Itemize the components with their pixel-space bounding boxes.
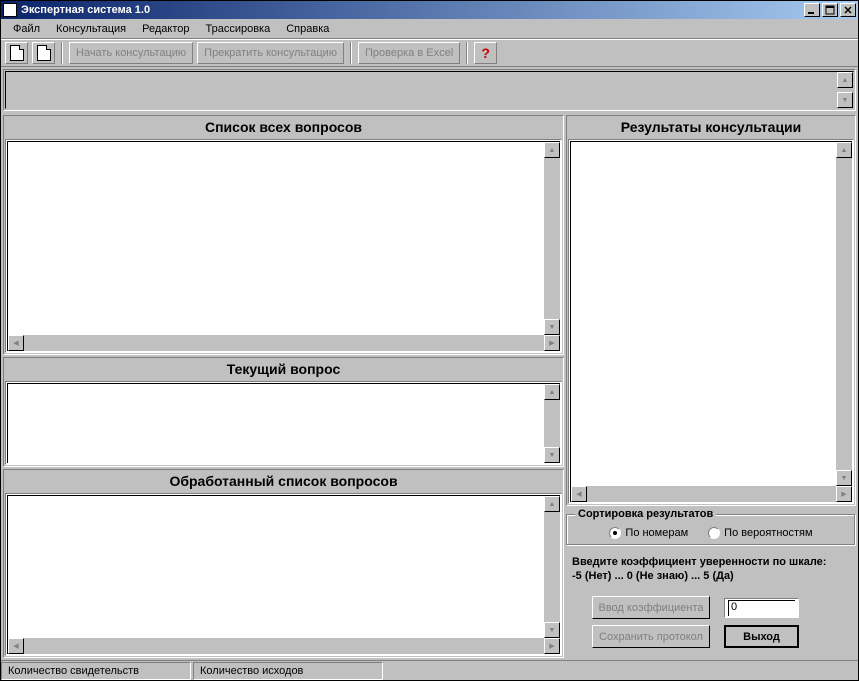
results-list[interactable]: ▲ ▼ ◀ ▶ [568,139,854,504]
coef-prompt-line1: Введите коэффициент уверенности по шкале… [572,556,850,568]
panel-header-current-question: Текущий вопрос [5,359,562,381]
coef-input[interactable]: 0 [724,598,799,618]
scrollbar-vertical[interactable]: ▲ ▼ [544,142,560,335]
left-column: Список всех вопросов ▲ ▼ ◀ ▶ [3,115,564,658]
processed-questions-list[interactable]: ▲ ▼ ◀ ▶ [5,493,562,656]
menu-help[interactable]: Справка [280,21,335,37]
maximize-button[interactable] [822,3,838,17]
panel-processed-questions: Обработанный список вопросов ▲ ▼ ◀ ▶ [3,469,564,658]
current-question-box[interactable]: ▲ ▼ [5,381,562,465]
document-icon [10,45,24,61]
menu-consult[interactable]: Консультация [50,21,132,37]
panel-header-results: Результаты консультации [568,117,854,139]
radio-by-number[interactable]: По номерам [609,527,688,539]
radio-by-prob-label: По вероятностям [724,527,812,539]
scroll-right-icon[interactable]: ▶ [544,638,560,654]
top-text-area[interactable]: ▲ ▼ [3,69,856,111]
exit-button[interactable]: Выход [724,625,799,648]
app-icon [3,3,17,17]
scrollbar-vertical[interactable]: ▲ ▼ [836,142,852,486]
scroll-up-icon[interactable]: ▲ [544,496,560,512]
check-excel-button[interactable]: Проверка в Excel [358,42,460,64]
radio-icon [609,527,621,539]
right-column: Результаты консультации ▲ ▼ ◀ ▶ [566,115,856,658]
help-icon: ? [481,45,490,61]
menubar: Файл Консультация Редактор Трассировка С… [1,19,858,39]
panel-header-all-questions: Список всех вопросов [5,117,562,139]
status-outcomes: Количество исходов [193,662,383,680]
new-doc-button[interactable] [5,42,28,64]
toolbar-separator [350,42,352,64]
sort-groupbox: Сортировка результатов По номерам По вер… [566,514,856,546]
scroll-left-icon[interactable]: ◀ [8,335,24,351]
scrollbar-horizontal[interactable]: ◀ ▶ [571,486,852,502]
panel-header-processed-questions: Обработанный список вопросов [5,471,562,493]
scroll-down-icon[interactable]: ▼ [544,319,560,335]
scrollbar-horizontal[interactable]: ◀ ▶ [8,638,560,654]
scroll-down-icon[interactable]: ▼ [544,447,560,463]
scroll-down-icon[interactable]: ▼ [836,470,852,486]
open-doc-button[interactable] [32,42,55,64]
scroll-up-icon[interactable]: ▲ [837,72,853,88]
toolbar: Начать консультацию Прекратить консульта… [1,39,858,67]
scroll-up-icon[interactable]: ▲ [544,142,560,158]
panel-all-questions: Список всех вопросов ▲ ▼ ◀ ▶ [3,115,564,355]
menu-trace[interactable]: Трассировка [200,21,277,37]
scroll-down-icon[interactable]: ▼ [837,92,853,108]
sort-legend: Сортировка результатов [575,508,716,520]
close-button[interactable] [840,3,856,17]
titlebar: Экспертная система 1.0 [1,1,858,19]
menu-file[interactable]: Файл [7,21,46,37]
toolbar-separator [466,42,468,64]
enter-coef-button[interactable]: Ввод коэффициента [592,596,710,619]
toolbar-separator [61,42,63,64]
radio-by-prob[interactable]: По вероятностям [708,527,812,539]
scrollbar-vertical[interactable]: ▲ ▼ [544,384,560,463]
scroll-down-icon[interactable]: ▼ [544,622,560,638]
scrollbar-vertical[interactable]: ▲ ▼ [837,72,853,108]
scroll-up-icon[interactable]: ▲ [836,142,852,158]
app-window: Экспертная система 1.0 Файл Консультация… [0,0,859,681]
scroll-right-icon[interactable]: ▶ [544,335,560,351]
panel-current-question: Текущий вопрос ▲ ▼ [3,357,564,467]
menu-editor[interactable]: Редактор [136,21,195,37]
save-protocol-button[interactable]: Сохранить протокол [592,625,710,648]
status-evidence: Количество свидетельств [1,662,191,680]
scrollbar-horizontal[interactable]: ◀ ▶ [8,335,560,351]
scroll-left-icon[interactable]: ◀ [571,486,587,502]
window-title: Экспертная система 1.0 [21,4,802,16]
help-button[interactable]: ? [474,42,497,64]
main-content: Список всех вопросов ▲ ▼ ◀ ▶ [1,113,858,660]
stop-consult-button[interactable]: Прекратить консультацию [197,42,344,64]
start-consult-button[interactable]: Начать консультацию [69,42,193,64]
panel-results: Результаты консультации ▲ ▼ ◀ ▶ [566,115,856,506]
coef-value: 0 [728,600,795,616]
radio-icon [708,527,720,539]
scroll-up-icon[interactable]: ▲ [544,384,560,400]
documents-icon [37,45,51,61]
coef-prompt-line2: -5 (Нет) ... 0 (Не знаю) ... 5 (Да) [572,570,850,582]
coef-section: Введите коэффициент уверенности по шкале… [566,548,856,658]
statusbar: Количество свидетельств Количество исход… [1,660,858,680]
scroll-right-icon[interactable]: ▶ [836,486,852,502]
scrollbar-vertical[interactable]: ▲ ▼ [544,496,560,638]
radio-by-number-label: По номерам [625,527,688,539]
scroll-left-icon[interactable]: ◀ [8,638,24,654]
all-questions-list[interactable]: ▲ ▼ ◀ ▶ [5,139,562,353]
minimize-button[interactable] [804,3,820,17]
